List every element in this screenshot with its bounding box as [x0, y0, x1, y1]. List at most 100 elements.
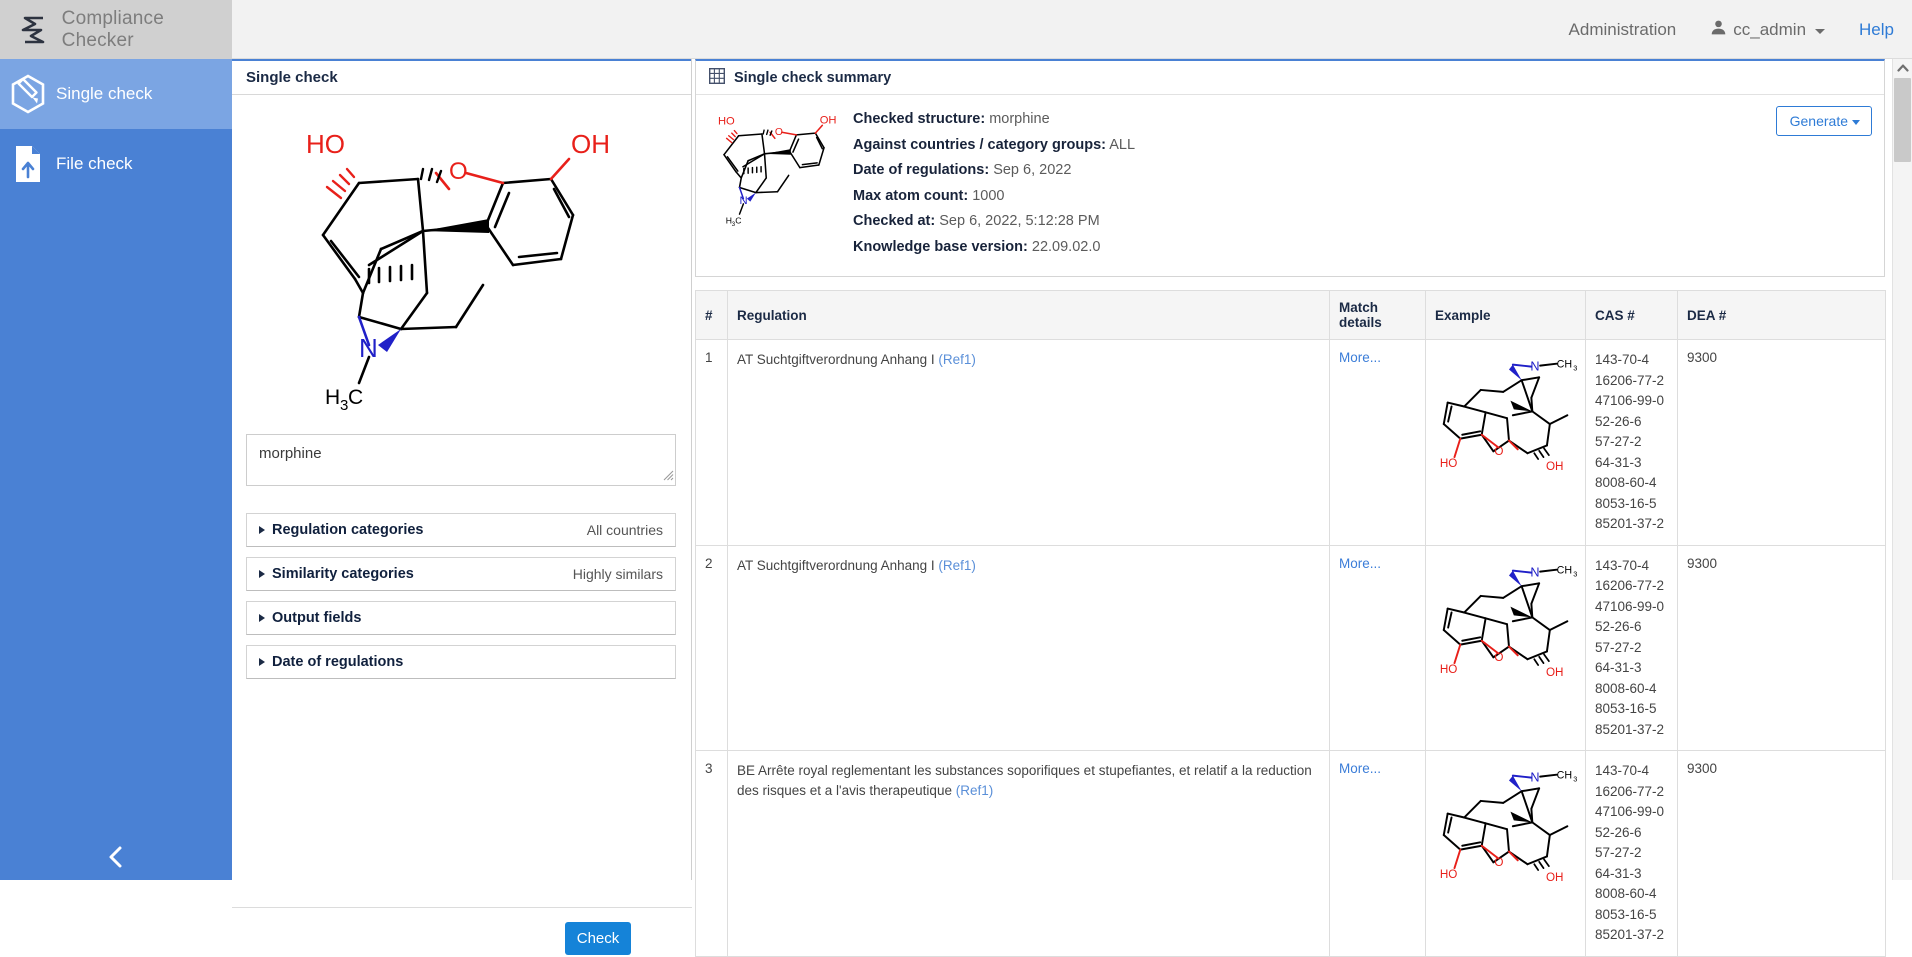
regulation-ref-link[interactable]: (Ref1) [938, 352, 976, 367]
svg-text:O: O [775, 127, 783, 138]
svg-text:3: 3 [1573, 775, 1577, 784]
form-footer-divider [232, 907, 692, 908]
summary-header: Single check summary [696, 61, 1884, 95]
structure-name-input[interactable] [246, 434, 676, 486]
accordion-similarity-categories[interactable]: Similarity categories Highly similars [246, 557, 676, 591]
column-header-match-details[interactable]: Match details [1330, 291, 1426, 340]
svg-text:HO: HO [1440, 457, 1458, 470]
regulation-ref-link[interactable]: (Ref1) [956, 783, 994, 798]
svg-text:N: N [1530, 771, 1539, 785]
accordion-regulation-categories[interactable]: Regulation categories All countries [246, 513, 676, 547]
field-label: Knowledge base version: [853, 239, 1028, 255]
cas-number: 47106-99-0 [1595, 391, 1668, 412]
table-row: 3 BE Arrête royal reglementant les subst… [696, 751, 1886, 957]
match-details-more-link[interactable]: More... [1339, 350, 1381, 365]
check-button[interactable]: Check [565, 922, 631, 955]
svg-text:C: C [348, 386, 363, 409]
cell-dea: 9300 [1678, 751, 1886, 957]
accordion-title: Regulation categories [272, 522, 423, 538]
cell-dea: 9300 [1678, 545, 1886, 751]
single-check-form-body: HO O OH N H 3 C Regulation categories Al… [232, 95, 691, 878]
chevron-down-icon [1815, 29, 1825, 34]
column-header-cas[interactable]: CAS # [1586, 291, 1678, 340]
accordion-title: Similarity categories [272, 566, 414, 582]
svg-text:OH: OH [1546, 665, 1564, 678]
regulation-text: AT Suchtgiftverordnung Anhang I [737, 558, 935, 573]
match-details-more-link[interactable]: More... [1339, 761, 1381, 776]
table-row: 1 AT Suchtgiftverordnung Anhang I (Ref1)… [696, 340, 1886, 546]
user-name-label: cc_admin [1733, 20, 1806, 40]
cell-regulation: AT Suchtgiftverordnung Anhang I (Ref1) [728, 340, 1330, 546]
column-header-num[interactable]: # [696, 291, 728, 340]
structure-editor-canvas[interactable]: HO O OH N H 3 C [246, 103, 676, 421]
field-value: ALL [1109, 137, 1135, 153]
cell-example: N CH 3 O HO OH [1426, 545, 1586, 751]
summary-field-knowledge-base-version: Knowledge base version: 22.09.02.0 [853, 239, 1135, 255]
person-icon [1710, 19, 1727, 41]
generate-button[interactable]: Generate [1776, 106, 1872, 136]
cas-number: 16206-77-2 [1595, 782, 1668, 803]
caret-right-icon [259, 658, 265, 666]
user-menu[interactable]: cc_admin [1710, 19, 1825, 41]
brand-title: Compliance Checker [62, 8, 232, 52]
cas-number: 64-31-3 [1595, 658, 1668, 679]
sidebar-item-single-check[interactable]: Single check [0, 59, 232, 129]
cas-number: 85201-37-2 [1595, 514, 1668, 535]
column-header-dea[interactable]: DEA # [1678, 291, 1886, 340]
cell-num: 2 [696, 545, 728, 751]
caret-down-icon [1852, 120, 1860, 125]
scrollbar-thumb[interactable] [1894, 78, 1911, 162]
nav-administration[interactable]: Administration [1569, 20, 1677, 40]
field-label: Checked structure: [853, 111, 985, 127]
field-value: 22.09.02.0 [1032, 239, 1101, 255]
svg-text:H: H [726, 216, 732, 226]
sidebar-item-label: File check [56, 154, 133, 174]
match-details-more-link[interactable]: More... [1339, 556, 1381, 571]
summary-field-checked-at: Checked at: Sep 6, 2022, 5:12:28 PM [853, 213, 1135, 229]
svg-text:3: 3 [1573, 363, 1577, 372]
regulation-ref-link[interactable]: (Ref1) [938, 558, 976, 573]
accordion-date-of-regulations[interactable]: Date of regulations [246, 645, 676, 679]
cas-number: 8008-60-4 [1595, 473, 1668, 494]
cas-number: 16206-77-2 [1595, 576, 1668, 597]
file-upload-icon [0, 144, 56, 184]
field-label: Date of regulations: [853, 162, 989, 178]
summary-field-list: Checked structure: morphine Against coun… [853, 109, 1135, 264]
sidebar-item-file-check[interactable]: File check [0, 129, 232, 199]
cas-number: 143-70-4 [1595, 350, 1668, 371]
accordion-output-fields[interactable]: Output fields [246, 601, 676, 635]
summary-field-date-of-regulations: Date of regulations: Sep 6, 2022 [853, 162, 1135, 178]
field-value: 1000 [972, 188, 1004, 204]
regulation-text: BE Arrête royal reglementant les substan… [737, 763, 1312, 798]
sidebar-item-label: Single check [56, 84, 152, 104]
brand-block: Compliance Checker [0, 0, 232, 59]
svg-text:O: O [1494, 445, 1503, 458]
cas-number: 8053-16-5 [1595, 699, 1668, 720]
field-value: Sep 6, 2022 [993, 162, 1071, 178]
cell-cas: 143-70-4 16206-77-2 47106-99-0 52-26-6 5… [1586, 545, 1678, 751]
cas-number: 16206-77-2 [1595, 371, 1668, 392]
column-header-regulation[interactable]: Regulation [728, 291, 1330, 340]
field-label: Against countries / category groups: [853, 137, 1106, 153]
morphine-example-structure: N CH 3 O HO OH [1435, 761, 1581, 911]
svg-text:OH: OH [571, 129, 610, 159]
nav-help[interactable]: Help [1859, 20, 1894, 40]
svg-text:HO: HO [306, 129, 345, 159]
caret-right-icon [259, 570, 265, 578]
field-label: Max atom count: [853, 188, 968, 204]
chevron-up-icon[interactable] [1893, 59, 1912, 77]
cell-dea: 9300 [1678, 340, 1886, 546]
field-value: morphine [989, 111, 1049, 127]
sidebar-collapse-button[interactable] [0, 838, 232, 880]
morphine-structure-thumbnail: HO O OH N H 3 C [709, 109, 839, 234]
column-header-example[interactable]: Example [1426, 291, 1586, 340]
caret-right-icon [259, 614, 265, 622]
caret-right-icon [259, 526, 265, 534]
svg-text:N: N [359, 333, 378, 363]
cell-cas: 143-70-4 16206-77-2 47106-99-0 52-26-6 5… [1586, 340, 1678, 546]
top-navigation: Administration cc_admin Help [1569, 0, 1894, 59]
morphine-example-structure: N CH 3 O HO OH [1435, 556, 1581, 706]
cas-number: 64-31-3 [1595, 453, 1668, 474]
page-vertical-scrollbar[interactable] [1892, 59, 1912, 880]
svg-text:OH: OH [820, 115, 837, 127]
